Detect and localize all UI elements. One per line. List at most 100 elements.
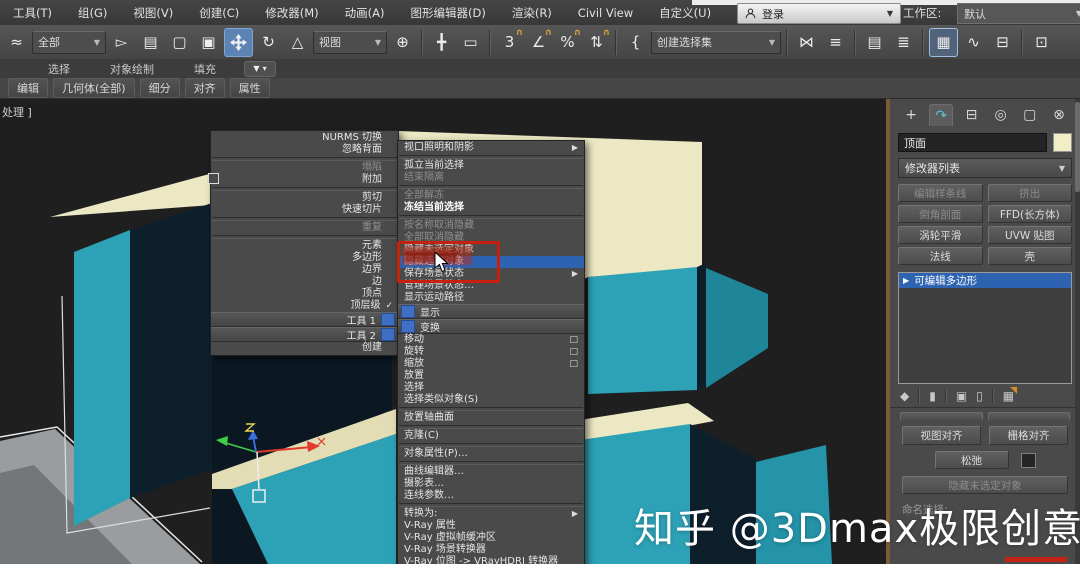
menubar-item[interactable]: 视图(V) [120,0,186,25]
menu-item[interactable]: 旋转 □ [398,346,584,358]
menubar-item[interactable]: 创建(C) [186,0,252,25]
modifier-button[interactable]: 涡轮平滑 [898,226,983,244]
scale-icon[interactable]: △ [284,29,311,56]
modifier-button[interactable]: 法线 [898,247,983,265]
stack-item-editable-poly[interactable]: ▶ 可编辑多边形 [899,273,1071,288]
hierarchy-tab-icon[interactable]: ⊟ [960,104,982,125]
menu-item[interactable]: 选择 [398,382,584,394]
ribbon-tab[interactable]: 填充 [174,61,236,77]
scene-explorer-icon[interactable]: ▤ [861,29,888,56]
pin-stack-icon[interactable]: ◆ [900,389,909,403]
menu-item[interactable]: NURMS 切换 [211,132,398,144]
expand-arrow-icon[interactable]: ▶ [903,276,909,285]
rect-region-icon[interactable]: ▢ [166,29,193,56]
workspace-dropdown[interactable]: 默认 ▼ [957,3,1080,24]
spinner-snap-icon[interactable]: ⇅ ∩ [583,28,610,56]
ribbon-tab[interactable]: 对象绘制 [90,61,174,77]
ribbon-panel-button[interactable]: 属性 [229,78,270,98]
motion-tab-icon[interactable]: ◎ [990,104,1012,125]
viewport-label[interactable]: 处理 ] [2,104,32,120]
relax-button[interactable]: 松弛 [934,451,1009,469]
quad-title[interactable]: 工具 2 [211,327,398,342]
menu-item[interactable]: 按名称取消隐藏 [398,220,584,232]
named-sets-icon[interactable]: { [622,29,649,56]
menu-item[interactable]: 多边形 [211,252,398,264]
quad-title[interactable]: 工具 1 [211,312,398,327]
menu-item[interactable]: 摄影表… [398,478,584,490]
modifier-button[interactable]: UVW 贴图 [987,226,1072,244]
menu-item[interactable]: 选择类似对象(S) [398,394,584,406]
remove-modifier-icon[interactable]: ▯ [976,389,983,403]
angle-snap-icon[interactable]: ∠ ∩ [525,28,552,56]
menu-item[interactable]: 连线参数… [398,490,584,502]
ribbon-panel-button[interactable]: 细分 [139,78,180,98]
menu-item[interactable]: 塌陷 [211,162,398,174]
select-object-icon[interactable]: ▻ [108,29,135,56]
menubar-item[interactable]: 渲染(R) [499,0,565,25]
ribbon-tab[interactable]: 选择 [28,61,90,77]
modifier-button[interactable]: 壳 [987,247,1072,265]
quad-title[interactable]: 显示 [398,304,584,319]
menubar-item[interactable]: 动画(A) [332,0,398,25]
menu-item[interactable]: 忽略背面 [211,144,398,156]
menu-item[interactable]: V-Ray 场景转换器 [398,544,584,556]
create-tab-icon[interactable]: + [900,104,922,125]
menu-item[interactable]: 对象属性(P)… [398,448,584,460]
selection-filter-dropdown[interactable]: 全部 ▼ [32,30,106,54]
menu-item[interactable]: 边界 [211,264,398,276]
ribbon-panel-button[interactable]: 对齐 [184,78,225,98]
menubar-item[interactable]: 图形编辑器(D) [398,0,499,25]
menu-item[interactable]: 剪切 [211,192,398,204]
relax-settings-checkbox[interactable] [1020,452,1036,468]
window-crossing-icon[interactable]: ▣ [195,29,222,56]
utilities-tab-icon[interactable]: ⊗ [1048,104,1070,125]
menu-item[interactable]: 缩放 □ [398,358,584,370]
modifier-button[interactable]: FFD(长方体) [987,205,1072,223]
menu-item[interactable]: 元素 [211,240,398,252]
menu-item[interactable]: 创建 [211,342,398,354]
grid-align-button[interactable]: 栅格对齐 [989,426,1068,445]
menu-item[interactable]: 边 [211,276,398,288]
modifier-list-dropdown[interactable]: 修改器列表 ▼ [898,158,1072,178]
object-name-field[interactable]: 顶面 [898,133,1047,152]
make-unique-icon[interactable]: ▣ [956,389,967,403]
menu-item[interactable]: 放置 [398,370,584,382]
menu-item[interactable]: 重复 [211,222,398,234]
ribbon-toggle-icon[interactable]: ▦ [929,27,958,57]
hide-unselected-button[interactable]: 隐藏未选定对象 [902,476,1068,494]
menu-item[interactable]: 结束隔离 [398,172,584,184]
menu-item[interactable]: 快速切片 [211,204,398,216]
menu-item[interactable]: 冻结当前选择 [398,202,584,214]
menu-item[interactable]: V-Ray 位图 -> VRayHDRI 转换器 [398,556,584,564]
snap-3d-icon[interactable]: 3 ∩ [496,28,523,56]
menu-item[interactable]: 放置轴曲面 [398,412,584,424]
curve-editor-icon[interactable]: ∿ [960,29,987,56]
menu-item[interactable]: V-Ray 虚拟帧缓冲区 [398,532,584,544]
use-center-icon[interactable]: ⊕ [389,29,416,56]
ribbon-panel-button[interactable]: 几何体(全部) [53,78,135,98]
schematic-view-icon[interactable]: ⊟ [989,29,1016,56]
percent-snap-icon[interactable]: % ∩ [554,28,581,56]
named-sets-dropdown[interactable]: 创建选择集 ▼ [651,30,781,54]
menu-item[interactable]: 附加 [211,174,398,186]
sign-in-button[interactable]: 登录 ▼ [737,3,901,24]
move-icon[interactable] [224,27,253,57]
render-setup-icon[interactable]: ⊡ [1028,29,1055,56]
mirror-icon[interactable]: ⋈ [793,29,820,56]
quad-title[interactable]: 变换 [398,319,584,334]
ref-coord-dropdown[interactable]: 视图 ▼ [313,30,387,54]
menubar-item[interactable]: 工具(T) [0,0,65,25]
rotate-icon[interactable]: ↻ [255,29,282,56]
ribbon-minimize-widget[interactable]: ▼ ▾ [244,60,276,77]
display-tab-icon[interactable]: ▢ [1019,104,1041,125]
menu-item[interactable]: 克隆(C) [398,430,584,442]
configure-modifier-sets-icon[interactable]: ▦ [1003,389,1014,403]
show-end-result-icon[interactable]: ▮ [929,389,936,403]
view-align-button[interactable]: 视图对齐 [902,426,981,445]
menu-item[interactable]: 顶层级 ✓ [211,300,398,312]
select-manipulate-icon[interactable]: ╋ [428,29,455,56]
panel-scrollbar[interactable] [1075,98,1080,564]
select-by-name-icon[interactable]: ▤ [137,29,164,56]
align-icon[interactable]: ≡ [822,29,849,56]
menu-item[interactable]: 显示运动路径 [398,292,584,304]
